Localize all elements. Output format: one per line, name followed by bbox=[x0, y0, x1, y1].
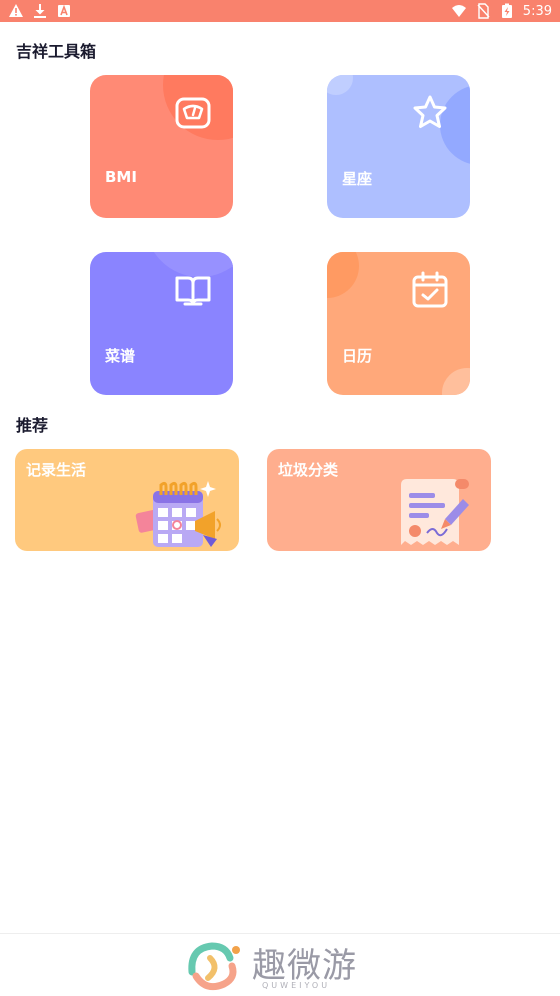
calendar-tile[interactable]: 日历 bbox=[327, 252, 470, 395]
record-life-card[interactable]: 记录生活 bbox=[15, 449, 239, 551]
status-right-icons: 5:39 bbox=[451, 2, 552, 20]
wifi-icon bbox=[451, 5, 466, 17]
quweiyou-logo-icon bbox=[188, 942, 240, 991]
battery-charging-icon bbox=[501, 3, 512, 18]
document-signing-illustration bbox=[401, 479, 469, 545]
record-life-label: 记录生活 bbox=[26, 461, 87, 479]
book-icon bbox=[175, 276, 211, 306]
warning-icon bbox=[9, 4, 23, 17]
toolbox-title: 吉祥工具箱 bbox=[16, 42, 97, 61]
bmi-tile[interactable]: BMI bbox=[90, 75, 233, 218]
recipe-tile[interactable]: 菜谱 bbox=[90, 252, 233, 395]
bottom-watermark-bar: 趣微游 QUWEIYOU bbox=[0, 933, 560, 996]
star-icon bbox=[413, 95, 447, 128]
status-time: 5:39 bbox=[522, 3, 552, 19]
status-bar: 5:39 bbox=[0, 0, 560, 22]
garbage-classification-label: 垃圾分类 bbox=[278, 461, 339, 479]
bmi-label: BMI bbox=[105, 168, 137, 186]
scale-icon bbox=[175, 97, 211, 129]
status-left-icons bbox=[8, 3, 72, 19]
tile-decoration bbox=[442, 368, 470, 395]
constellation-tile[interactable]: 星座 bbox=[327, 75, 470, 218]
tile-decoration bbox=[327, 252, 359, 298]
calendar-megaphone-illustration bbox=[135, 481, 221, 547]
watermark-subtext: QUWEIYOU bbox=[262, 981, 331, 990]
download-icon bbox=[34, 4, 46, 18]
calendar-label: 日历 bbox=[342, 347, 373, 365]
no-sim-icon bbox=[477, 3, 490, 19]
recipe-label: 菜谱 bbox=[105, 347, 136, 365]
tile-decoration bbox=[327, 75, 353, 95]
watermark-text: 趣微游 bbox=[252, 946, 357, 986]
calendar-icon bbox=[412, 271, 448, 308]
garbage-classification-card[interactable]: 垃圾分类 bbox=[267, 449, 491, 551]
app-notification-icon bbox=[58, 4, 70, 17]
constellation-label: 星座 bbox=[342, 170, 373, 188]
recommend-title: 推荐 bbox=[16, 416, 49, 435]
